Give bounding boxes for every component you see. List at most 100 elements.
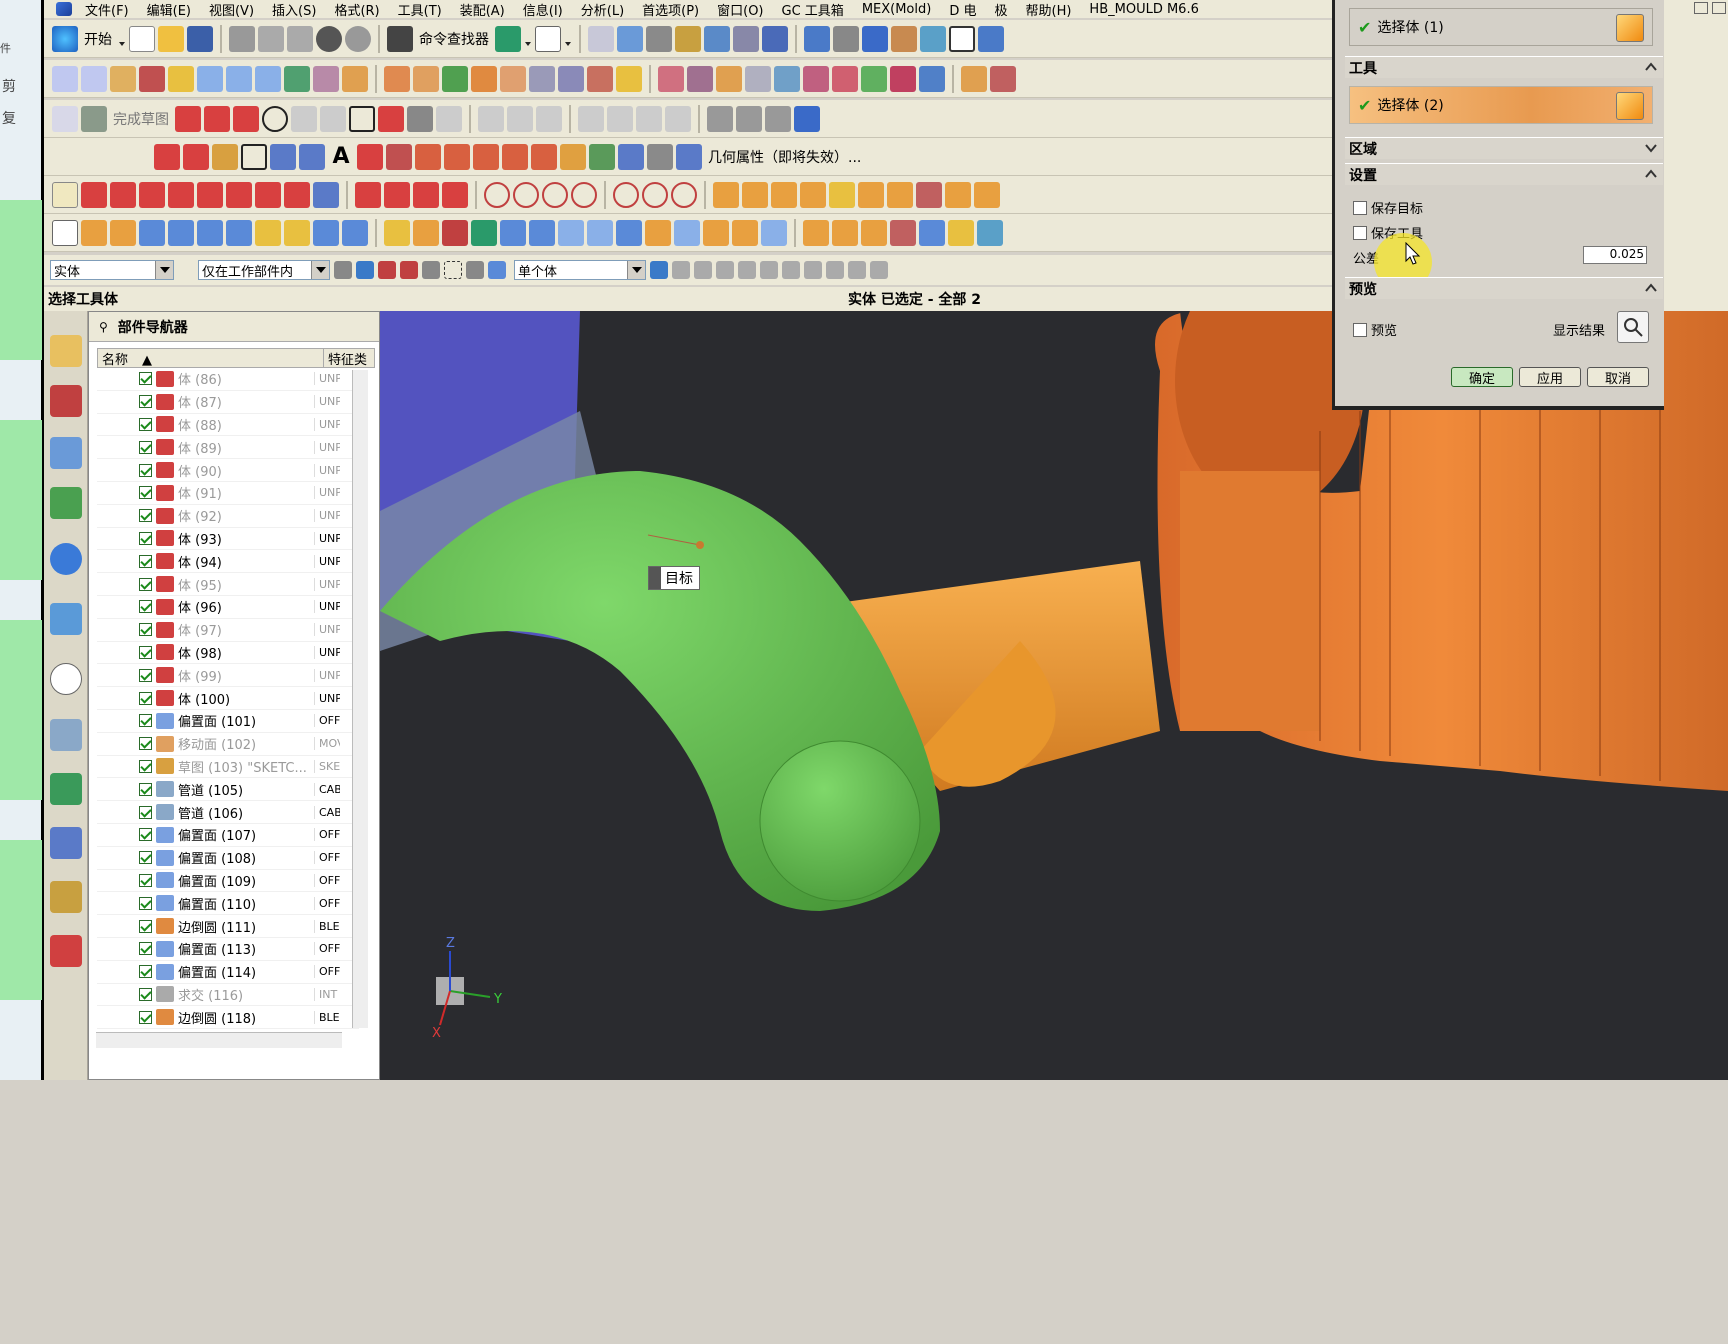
- visibility-checkbox[interactable]: [139, 395, 152, 409]
- visibility-checkbox[interactable]: [139, 577, 152, 591]
- visibility-checkbox[interactable]: [139, 805, 152, 819]
- cylinder-icon[interactable]: [342, 219, 368, 246]
- visibility-checkbox[interactable]: [139, 668, 152, 682]
- preview-checkbox[interactable]: 预览: [1353, 320, 1397, 339]
- surface-icon[interactable]: [961, 65, 987, 92]
- system-scene-tab[interactable]: [50, 935, 82, 967]
- tree-row[interactable]: 管道 (105) CAB: [97, 778, 359, 802]
- dimension-icon[interactable]: [607, 105, 633, 132]
- circle-icon[interactable]: [571, 181, 597, 208]
- constraint-icon[interactable]: [765, 105, 791, 132]
- sketch-icon[interactable]: [52, 105, 78, 132]
- menu-electrode[interactable]: D 电: [940, 0, 985, 19]
- surface-icon[interactable]: [255, 65, 281, 92]
- menu-edit[interactable]: 编辑(E): [138, 0, 200, 19]
- assembly-navigator-tab[interactable]: [50, 335, 82, 367]
- surface-icon[interactable]: [342, 65, 368, 92]
- snap-point-icon[interactable]: [760, 261, 778, 279]
- book-icon[interactable]: [500, 219, 526, 246]
- column-type-header[interactable]: 特征类: [324, 349, 367, 368]
- curve-icon[interactable]: [413, 181, 439, 208]
- visibility-checkbox[interactable]: [139, 987, 152, 1001]
- surface-icon[interactable]: [990, 65, 1016, 92]
- visibility-checkbox[interactable]: [139, 531, 152, 545]
- surface-icon[interactable]: [861, 65, 887, 92]
- move-icon[interactable]: [442, 219, 468, 246]
- curve-icon[interactable]: [442, 181, 468, 208]
- edit-object-icon[interactable]: [646, 25, 672, 52]
- cube-icon[interactable]: [1616, 92, 1644, 120]
- trim-icon[interactable]: [478, 105, 504, 132]
- cancel-button[interactable]: 取消: [1587, 367, 1649, 387]
- snap-point-icon[interactable]: [672, 261, 690, 279]
- chevron-down-icon[interactable]: [524, 26, 532, 52]
- column-name-header[interactable]: 名称 ▲: [98, 349, 324, 368]
- show-result-button[interactable]: [1617, 311, 1649, 343]
- assembly-icon[interactable]: [495, 25, 521, 52]
- menu-hb-mould[interactable]: HB_MOULD M6.6: [1080, 2, 1207, 17]
- chamfer-icon[interactable]: [320, 105, 346, 132]
- visibility-checkbox[interactable]: [139, 737, 152, 751]
- web-browser-tab[interactable]: [50, 603, 82, 635]
- tree-row[interactable]: 体 (96) UNP.: [97, 596, 359, 619]
- surface-icon[interactable]: [587, 65, 613, 92]
- tree-row[interactable]: 体 (100) UNP.: [97, 687, 359, 710]
- block-icon[interactable]: [713, 181, 739, 208]
- tree-row[interactable]: 体 (97) UNP.: [97, 619, 359, 642]
- mold-boss[interactable]: [1180, 471, 1320, 731]
- tree-row[interactable]: 体 (99) UNP.: [97, 664, 359, 688]
- face-icon[interactable]: [861, 219, 887, 246]
- snap-point-icon[interactable]: [738, 261, 756, 279]
- block-icon[interactable]: [974, 181, 1000, 208]
- curve-icon[interactable]: [647, 143, 673, 170]
- paste-icon[interactable]: [287, 25, 313, 52]
- surface-icon[interactable]: [413, 65, 439, 92]
- surface-icon[interactable]: [919, 65, 945, 92]
- ruler-icon[interactable]: [762, 25, 788, 52]
- redo-icon[interactable]: [345, 25, 371, 52]
- profile-icon[interactable]: [175, 105, 201, 132]
- shell-icon[interactable]: [313, 219, 339, 246]
- target-select-body[interactable]: ✔ 选择体 (1): [1349, 8, 1653, 46]
- keep-target-checkbox[interactable]: 保存目标: [1353, 198, 1423, 217]
- constraint-navigator-tab[interactable]: [50, 385, 82, 417]
- ok-button[interactable]: 确定: [1451, 367, 1513, 387]
- block-icon[interactable]: [742, 181, 768, 208]
- surface-icon[interactable]: [658, 65, 684, 92]
- curve-icon[interactable]: [502, 143, 528, 170]
- process-studio-tab[interactable]: [50, 773, 82, 805]
- body-mode-select[interactable]: 单个体: [514, 260, 646, 280]
- rectangle-icon[interactable]: [241, 143, 267, 170]
- roles-tab[interactable]: [50, 881, 82, 913]
- surface-icon[interactable]: [500, 65, 526, 92]
- open-folder-icon[interactable]: [158, 25, 184, 52]
- rectangle-sketch-icon[interactable]: [52, 65, 78, 92]
- menu-gc-toolkit[interactable]: GC 工具箱: [773, 0, 853, 19]
- constraint-icon[interactable]: [578, 105, 604, 132]
- menu-information[interactable]: 信息(I): [514, 0, 572, 19]
- face-icon[interactable]: [919, 219, 945, 246]
- tree-row[interactable]: 体 (94) UNP.: [97, 550, 359, 574]
- star-surface-icon[interactable]: [168, 65, 194, 92]
- visibility-checkbox[interactable]: [139, 691, 152, 705]
- dimension-icon[interactable]: [665, 105, 691, 132]
- curve-icon[interactable]: [618, 143, 644, 170]
- face-icon[interactable]: [558, 219, 584, 246]
- select-icon[interactable]: [466, 261, 484, 279]
- chevron-down-icon[interactable]: [564, 26, 572, 52]
- snap-point-icon[interactable]: [694, 261, 712, 279]
- visibility-checkbox[interactable]: [139, 759, 152, 773]
- surface-icon[interactable]: [745, 65, 771, 92]
- fit-view-icon[interactable]: [804, 25, 830, 52]
- pin-icon[interactable]: ⚲: [99, 320, 108, 334]
- trim-body-icon[interactable]: [226, 219, 252, 246]
- curve-icon[interactable]: [384, 181, 410, 208]
- start-icon[interactable]: [52, 25, 78, 52]
- extrude-icon[interactable]: [81, 219, 107, 246]
- tree-row[interactable]: 偏置面 (110) OFF:: [97, 892, 359, 916]
- tree-row[interactable]: 移动面 (102) MOV.: [97, 733, 359, 756]
- menu-window[interactable]: 窗口(O): [708, 0, 772, 19]
- visibility-checkbox[interactable]: [139, 873, 152, 887]
- snap-icon[interactable]: [400, 261, 418, 279]
- graphics-viewport[interactable]: Y X Z: [380, 311, 1728, 1080]
